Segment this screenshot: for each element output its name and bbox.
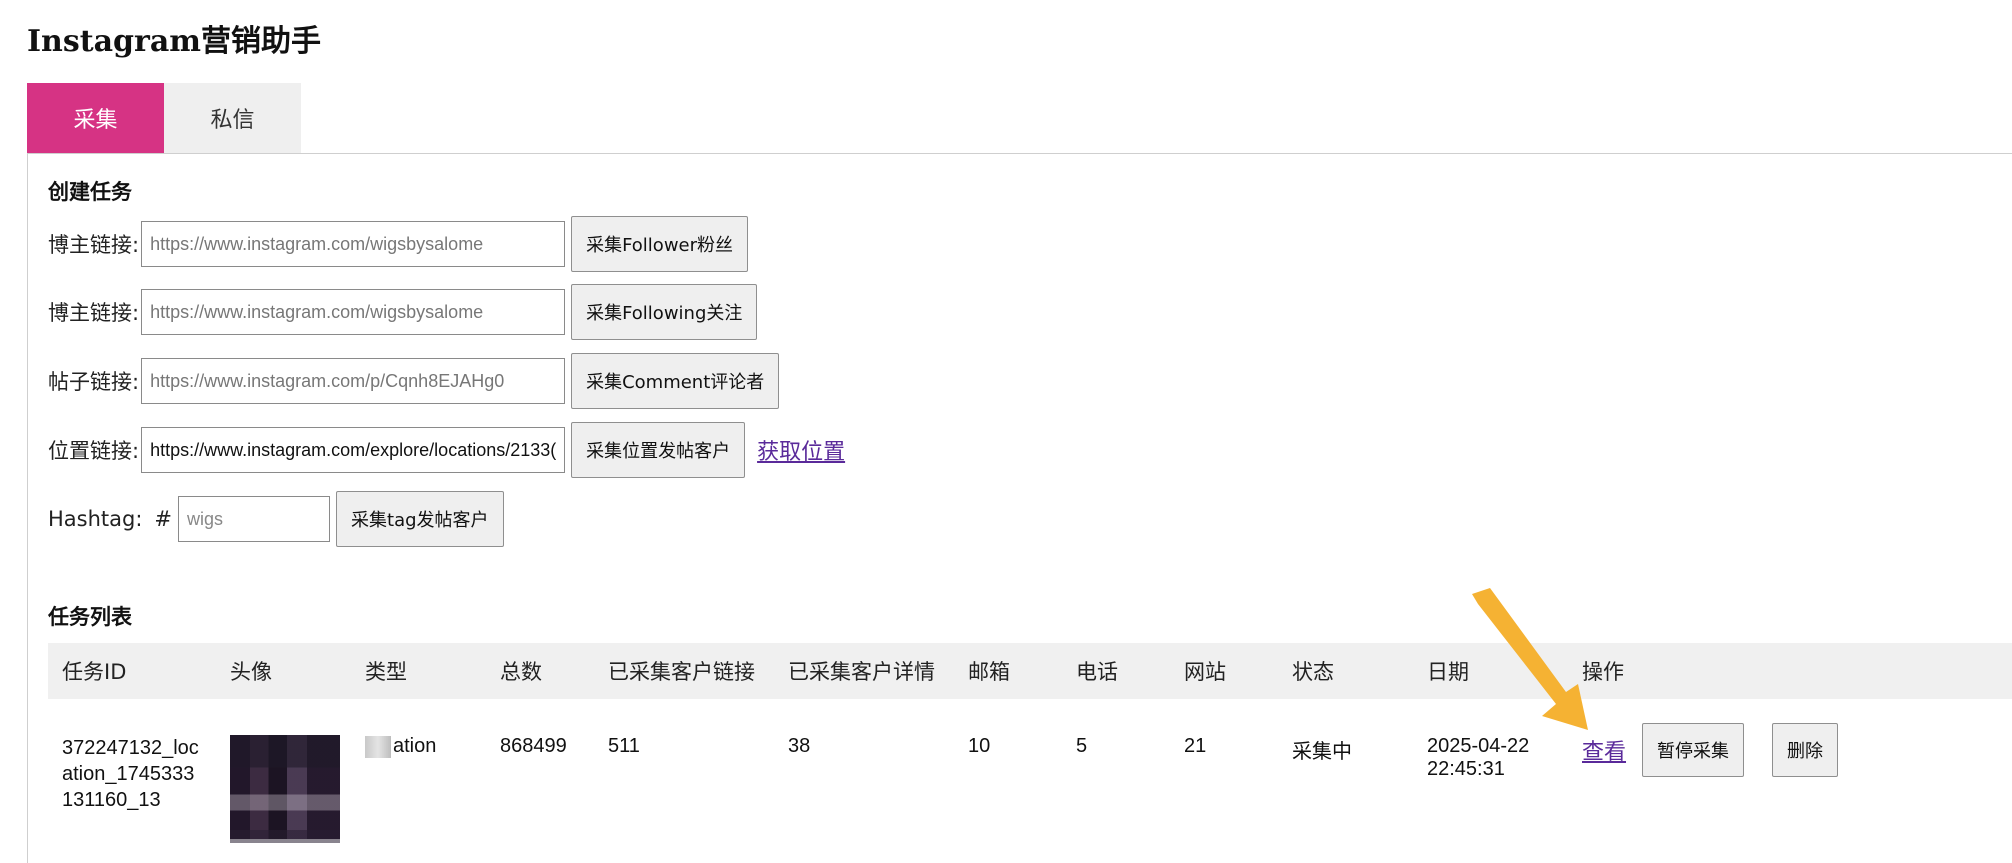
col-total: 总数 <box>486 643 594 699</box>
collect-following-button[interactable]: 采集Following关注 <box>571 284 758 340</box>
task-total: 868499 <box>500 735 567 757</box>
task-details: 38 <box>788 735 811 757</box>
col-links: 已采集客户链接 <box>594 643 774 699</box>
task-table: 任务ID 头像 类型 总数 已采集客户链接 已采集客户详情 邮箱 电话 网站 状… <box>48 643 2012 843</box>
hashtag-row: Hashtag: # 采集tag发帖客户 <box>48 491 504 547</box>
location-url-input[interactable] <box>141 427 566 473</box>
tab-messages[interactable]: 私信 <box>164 83 301 153</box>
task-email: 10 <box>968 735 991 757</box>
tab-collect[interactable]: 采集 <box>27 83 164 153</box>
task-phone: 5 <box>1076 735 1088 757</box>
task-type: ation <box>393 735 437 757</box>
location-row: 位置链接: 采集位置发帖客户 获取位置 <box>48 422 845 478</box>
task-id: 372247132_location_1745333131160_13 <box>62 737 199 811</box>
task-actions: 查看 暂停采集 删除 <box>1582 723 2012 777</box>
col-type: 类型 <box>351 643 486 699</box>
location-link-label: 位置链接: <box>48 439 140 463</box>
delete-button[interactable]: 删除 <box>1772 723 1839 777</box>
tab-bar: 采集 私信 <box>27 83 301 153</box>
col-date: 日期 <box>1413 643 1568 699</box>
collect-comment-button[interactable]: 采集Comment评论者 <box>571 353 780 409</box>
collect-location-button[interactable]: 采集位置发帖客户 <box>571 422 746 478</box>
hashtag-label: Hashtag: <box>48 507 143 531</box>
following-row: 博主链接: 采集Following关注 <box>48 284 758 340</box>
task-time: 22:45:31 <box>1427 758 1505 780</box>
task-status: 采集中 <box>1292 741 1352 763</box>
post-link-label: 帖子链接: <box>48 370 140 394</box>
task-links: 511 <box>608 735 640 757</box>
collect-panel: 创建任务 博主链接: 采集Follower粉丝 博主链接: 采集Followin… <box>27 153 2012 863</box>
task-date: 2025-04-22 <box>1427 735 1530 757</box>
type-redacted <box>365 735 391 758</box>
table-row: 372247132_location_1745333131160_13 atio… <box>48 699 2012 843</box>
col-task-id: 任务ID <box>48 643 216 699</box>
col-website: 网站 <box>1170 643 1278 699</box>
avatar <box>230 735 340 843</box>
follower-row: 博主链接: 采集Follower粉丝 <box>48 216 749 272</box>
col-actions: 操作 <box>1568 643 2012 699</box>
hash-sign: # <box>154 507 173 531</box>
pause-collect-button[interactable]: 暂停采集 <box>1642 723 1745 777</box>
collect-tag-button[interactable]: 采集tag发帖客户 <box>336 491 504 547</box>
create-task-title: 创建任务 <box>48 180 132 204</box>
get-location-link[interactable]: 获取位置 <box>757 434 845 466</box>
view-link[interactable]: 查看 <box>1582 734 1626 766</box>
table-header-row: 任务ID 头像 类型 总数 已采集客户链接 已采集客户详情 邮箱 电话 网站 状… <box>48 643 2012 699</box>
col-avatar: 头像 <box>216 643 351 699</box>
col-email: 邮箱 <box>954 643 1062 699</box>
col-status: 状态 <box>1278 643 1413 699</box>
col-details: 已采集客户详情 <box>774 643 954 699</box>
comment-row: 帖子链接: 采集Comment评论者 <box>48 353 780 409</box>
blogger-link-label: 博主链接: <box>48 301 140 325</box>
post-url-input[interactable] <box>141 358 566 404</box>
follower-blogger-url-input[interactable] <box>141 221 566 267</box>
collect-follower-button[interactable]: 采集Follower粉丝 <box>571 216 749 272</box>
app-title: Instagram营销助手 <box>27 24 321 59</box>
hashtag-input[interactable] <box>178 496 331 542</box>
col-phone: 电话 <box>1062 643 1170 699</box>
task-list-title: 任务列表 <box>48 605 132 629</box>
following-blogger-url-input[interactable] <box>141 289 566 335</box>
blogger-link-label: 博主链接: <box>48 233 140 257</box>
task-website: 21 <box>1184 735 1207 757</box>
